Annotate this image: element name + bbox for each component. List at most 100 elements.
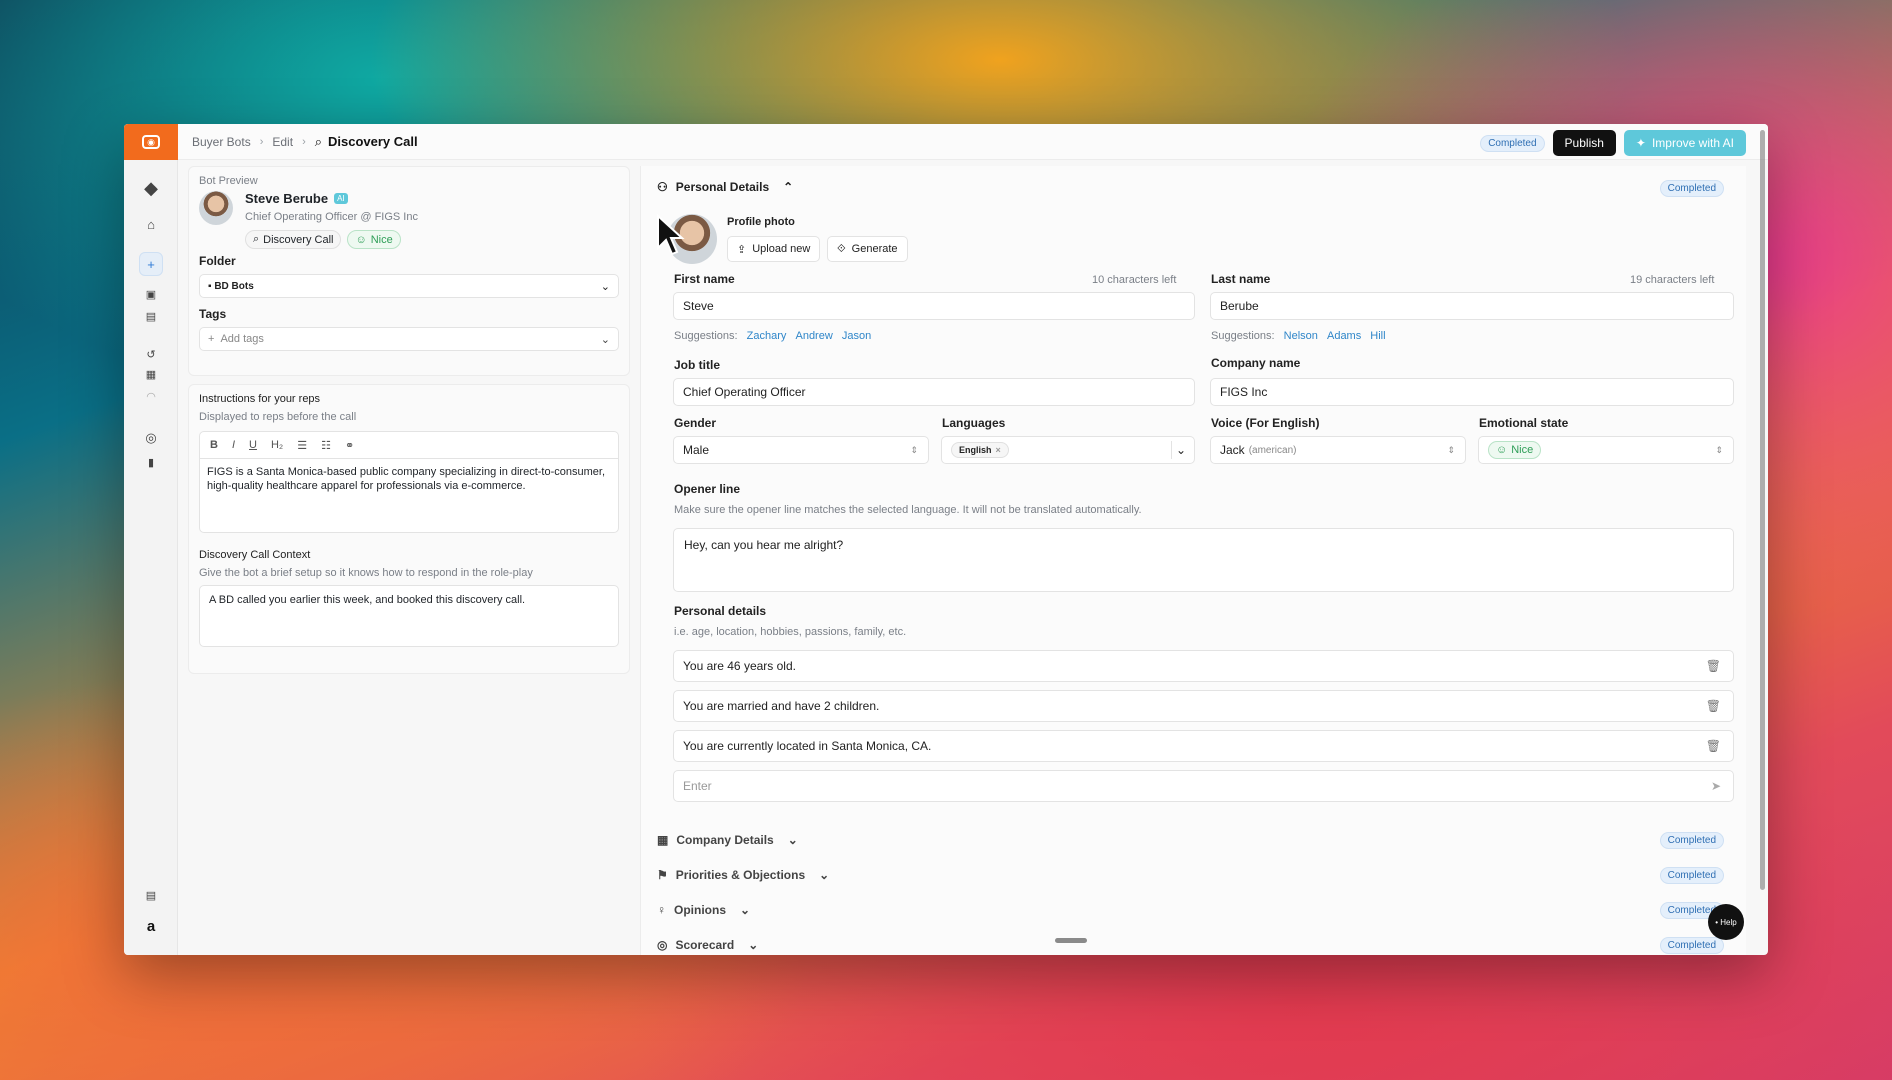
detail-item[interactable]: You are 46 years old. 🗑 <box>673 650 1734 682</box>
link-icon[interactable]: ⚭ <box>345 439 354 452</box>
section-company-details[interactable]: ▦ Company Details ⌄ <box>657 833 798 847</box>
search-icon: ⌕ <box>253 233 260 245</box>
emotional-state-select[interactable]: ☺ Nice ⇕ <box>1478 436 1734 464</box>
breadcrumb-current: ⌕ Discovery Call <box>315 134 418 150</box>
trash-icon[interactable]: 🗑 <box>1706 739 1721 753</box>
personal-details-header[interactable]: ⚇ Personal Details ⌃ <box>657 180 793 194</box>
upload-new-button[interactable]: ⇪ Upload new <box>727 236 821 262</box>
opener-line-textarea[interactable]: Hey, can you hear me alright? <box>673 528 1734 592</box>
instructions-label: Instructions for your reps <box>199 393 321 405</box>
chevron-down-icon: ⌄ <box>600 280 610 293</box>
detail-enter-input[interactable]: Enter ➤ <box>673 770 1734 802</box>
languages-select[interactable]: English × ⌄ <box>941 436 1195 464</box>
page-title: Discovery Call <box>328 134 418 149</box>
bullet-list-icon[interactable]: ☰ <box>297 439 307 452</box>
close-icon[interactable]: × <box>996 445 1001 455</box>
tags-input[interactable]: + Add tags ⌄ <box>199 327 619 351</box>
target-icon[interactable]: ◎ <box>139 426 163 450</box>
improve-with-ai-button[interactable]: ✦ Improve with AI <box>1623 130 1746 156</box>
send-icon[interactable]: ➤ <box>1711 779 1721 793</box>
drag-handle[interactable] <box>1055 938 1087 943</box>
company-name-field[interactable]: FIGS Inc <box>1210 378 1734 406</box>
call-type-label: Discovery Call <box>263 233 334 246</box>
headset-icon[interactable]: ◠ <box>139 384 163 408</box>
search-icon: ⌕ <box>314 133 323 149</box>
section-opinions[interactable]: ♀ Opinions ⌄ <box>657 903 750 917</box>
home-icon[interactable]: ⌂ <box>139 212 163 236</box>
emotion-chip: ☺ Nice <box>1488 441 1542 459</box>
underline-icon[interactable]: U <box>249 439 257 451</box>
detail-item[interactable]: You are currently located in Santa Monic… <box>673 730 1734 762</box>
voice-select[interactable]: Jack (american) ⇕ <box>1210 436 1466 464</box>
generate-button[interactable]: ⟐ Generate <box>827 236 908 262</box>
gender-select[interactable]: Male ⇕ <box>673 436 929 464</box>
suggestion-link[interactable]: Hill <box>1370 330 1385 342</box>
section-label: Priorities & Objections <box>675 868 806 882</box>
book-icon[interactable]: ▤ <box>139 304 163 328</box>
detail-item[interactable]: You are married and have 2 children. 🗑 <box>673 690 1734 722</box>
numbered-list-icon[interactable]: ☷ <box>321 439 331 452</box>
bot-preview-card: Bot Preview Steve Berube AI Chief Operat… <box>188 166 630 376</box>
mouse-cursor-icon <box>657 214 685 256</box>
chevron-right-icon: › <box>259 135 264 148</box>
mood-label: Nice <box>370 233 393 246</box>
suggestion-link[interactable]: Andrew <box>795 330 832 342</box>
app-window: ◉ ◆ ⌂ + ▣ ▤ ↺ ▦ ◠ ◎ ▮ ▤ a Buyer Bots › E… <box>124 124 1768 955</box>
chevron-down-icon: ⌄ <box>787 833 798 847</box>
updown-icon: ⇕ <box>1715 444 1723 455</box>
bold-icon[interactable]: B <box>210 439 218 451</box>
breadcrumb-buyer-bots[interactable]: Buyer Bots <box>192 135 251 149</box>
user-icon: ⚇ <box>657 180 668 194</box>
scrollbar[interactable] <box>1760 130 1765 890</box>
last-name-field[interactable]: Berube <box>1210 292 1734 320</box>
nav-rail: ◉ ◆ ⌂ + ▣ ▤ ↺ ▦ ◠ ◎ ▮ ▤ a <box>124 124 178 955</box>
section-status-badge: Completed <box>1659 867 1724 884</box>
wand-icon: ⟐ <box>837 242 846 255</box>
app-logo[interactable]: ◉ <box>124 124 178 160</box>
section-scorecard[interactable]: ◎ Scorecard ⌄ <box>657 938 758 952</box>
add-icon[interactable]: + <box>139 252 163 276</box>
heading-icon[interactable]: H₂ <box>271 439 283 451</box>
grid-icon[interactable]: ▦ <box>139 362 163 386</box>
call-context-textarea[interactable]: A BD called you earlier this week, and b… <box>199 585 619 647</box>
right-panel: ⚇ Personal Details ⌃ Completed Profile p… <box>640 166 1746 955</box>
personal-details-title: Personal Details <box>675 180 770 194</box>
improve-with-ai-label: Improve with AI <box>1651 136 1734 150</box>
trash-icon[interactable]: 🗑 <box>1706 699 1721 713</box>
voice-note: (american) <box>1248 444 1297 456</box>
suggestion-link[interactable]: Jason <box>842 330 871 342</box>
breadcrumb-edit[interactable]: Edit <box>272 135 293 149</box>
section-priorities-objections[interactable]: ⚑ Priorities & Objections ⌄ <box>657 868 829 882</box>
voice-value: Jack <box>1220 443 1245 457</box>
instructions-editor[interactable]: FIGS is a Santa Monica-based public comp… <box>199 459 619 533</box>
brand-diamond-icon[interactable]: ◆ <box>139 176 163 200</box>
chevron-right-icon: › <box>302 135 306 148</box>
bot-icon[interactable]: ▣ <box>139 282 163 306</box>
first-name-field[interactable]: Steve <box>673 292 1195 320</box>
suggestion-link[interactable]: Adams <box>1327 330 1361 342</box>
voice-label: Voice (For English) <box>1211 416 1320 430</box>
suggestions-label: Suggestions: <box>1211 330 1275 342</box>
upload-label: Upload new <box>752 243 811 255</box>
top-bar: Buyer Bots › Edit › ⌕ Discovery Call Com… <box>178 124 1768 160</box>
document-icon[interactable]: ▤ <box>139 883 163 907</box>
chevron-down-icon: ⌄ <box>1175 443 1186 457</box>
suggestion-link[interactable]: Zachary <box>747 330 787 342</box>
flag-icon: ⚑ <box>657 868 668 882</box>
chevron-down-icon: ⌄ <box>748 938 759 952</box>
chart-icon[interactable]: ▮ <box>139 450 163 474</box>
job-title-field[interactable]: Chief Operating Officer <box>673 378 1195 406</box>
suggestion-link[interactable]: Nelson <box>1284 330 1318 342</box>
gender-label: Gender <box>674 416 717 430</box>
enter-placeholder: Enter <box>683 779 712 793</box>
help-button[interactable]: • Help <box>1708 904 1744 940</box>
trash-icon[interactable]: 🗑 <box>1706 659 1721 673</box>
updown-icon: ⇕ <box>1447 444 1455 455</box>
gender-value: Male <box>683 443 710 457</box>
call-context-label: Discovery Call Context <box>199 549 311 561</box>
publish-button[interactable]: Publish <box>1552 130 1616 156</box>
folder-select[interactable]: ▪ BD Bots ⌄ <box>199 274 619 298</box>
amazon-logo-icon[interactable]: a <box>139 914 163 938</box>
italic-icon[interactable]: I <box>232 439 235 451</box>
language-chip: English × <box>951 442 1009 458</box>
